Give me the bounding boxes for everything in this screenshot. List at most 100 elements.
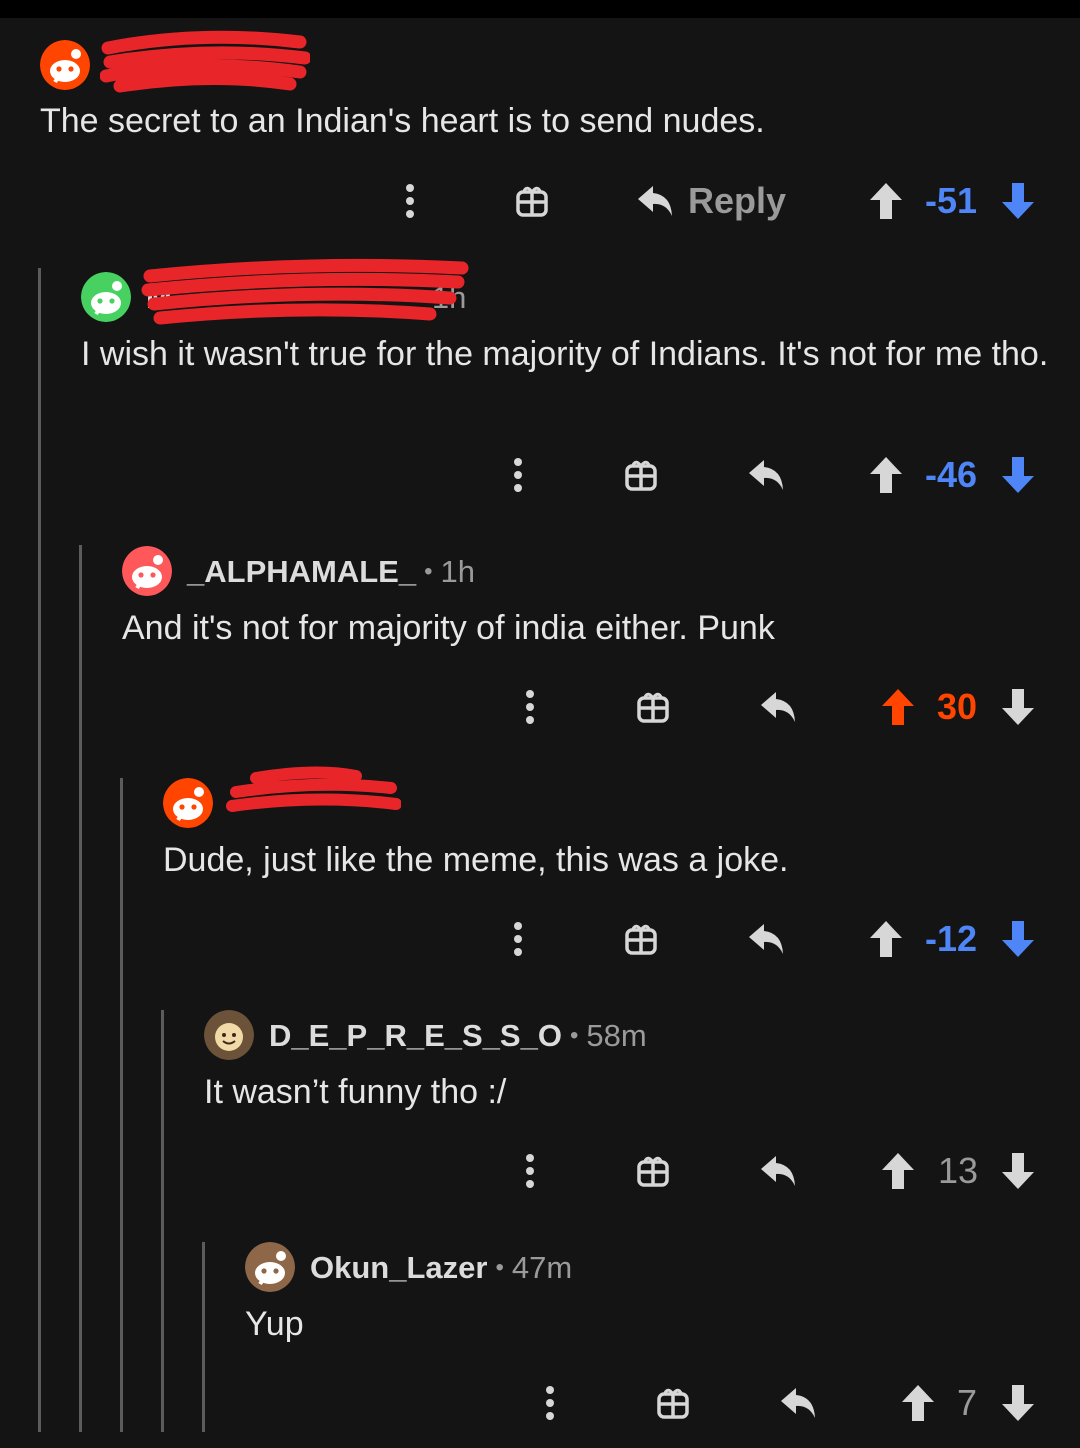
award-button[interactable] [619, 914, 663, 964]
downvote-arrow-icon [1002, 183, 1034, 219]
vote-score: 30 [937, 686, 978, 727]
comment-meta: D_E_P_R_E_S_S_O • 58m [269, 1016, 647, 1056]
more-options-button[interactable] [498, 914, 538, 964]
upvote-arrow-icon [882, 689, 914, 725]
award-button[interactable] [510, 176, 554, 226]
reply-arrow-icon [749, 460, 783, 490]
comment-body: Yup [245, 1305, 304, 1343]
downvote-arrow-icon [1002, 921, 1034, 957]
more-vertical-icon [514, 922, 522, 956]
upvote-arrow-icon [870, 457, 902, 493]
gift-icon [657, 1388, 689, 1419]
avatar[interactable] [122, 546, 172, 596]
downvote-arrow-icon [1002, 1385, 1034, 1421]
status-bar [0, 0, 1080, 18]
downvote-button[interactable] [996, 682, 1040, 732]
thread-line[interactable] [120, 778, 123, 1432]
award-button[interactable] [651, 1378, 695, 1428]
separator-dot: • [495, 1254, 504, 1281]
comment-body: Dude, just like the meme, this was a jok… [163, 841, 789, 879]
gift-icon [637, 692, 669, 723]
downvote-button[interactable] [996, 450, 1040, 500]
thread-line[interactable] [79, 545, 82, 1432]
reply-arrow-icon [749, 924, 783, 954]
gift-icon [625, 924, 657, 955]
upvote-button[interactable] [864, 450, 908, 500]
upvote-button[interactable] [876, 682, 920, 732]
gift-icon [516, 186, 548, 217]
downvote-arrow-icon [1002, 1153, 1034, 1189]
reply-button[interactable] [744, 914, 788, 964]
vote-score: -46 [925, 454, 978, 495]
more-vertical-icon [514, 458, 522, 492]
avatar[interactable] [163, 778, 213, 828]
award-button[interactable] [619, 450, 663, 500]
redaction-scribble [100, 30, 310, 93]
gift-icon [625, 460, 657, 491]
reply-arrow-icon [638, 186, 672, 216]
downvote-arrow-icon [1002, 689, 1034, 725]
gift-icon [637, 1156, 669, 1187]
upvote-button[interactable] [896, 1378, 940, 1428]
upvote-arrow-icon [870, 921, 902, 957]
upvote-button[interactable] [876, 1146, 920, 1196]
downvote-button[interactable] [996, 914, 1040, 964]
avatar[interactable] [204, 1010, 254, 1060]
award-button[interactable] [631, 682, 675, 732]
reply-button[interactable] [756, 682, 800, 732]
avatar[interactable] [81, 272, 131, 322]
comment-age: 58m [586, 1018, 647, 1053]
award-button[interactable] [631, 1146, 675, 1196]
more-options-button[interactable] [498, 450, 538, 500]
upvote-button[interactable] [864, 914, 908, 964]
vote-score: -51 [925, 180, 978, 221]
vote-score: -12 [925, 918, 978, 959]
username[interactable]: Okun_Lazer [310, 1250, 487, 1286]
thread-line[interactable] [202, 1242, 205, 1432]
more-vertical-icon [406, 184, 414, 218]
comment-body: It wasn’t funny tho :/ [204, 1073, 507, 1111]
username[interactable]: _ALPHAMALE_ [187, 554, 416, 590]
downvote-button[interactable] [996, 1378, 1040, 1428]
comment-age: 1h [440, 554, 475, 589]
comment-body: The secret to an Indian's heart is to se… [40, 102, 765, 140]
more-vertical-icon [526, 1154, 534, 1188]
vote-score: 7 [957, 1382, 978, 1423]
more-options-button[interactable] [510, 682, 550, 732]
reply-arrow-icon [781, 1388, 815, 1418]
comment-meta: _ALPHAMALE_ • 1h [187, 552, 475, 592]
reply-arrow-icon [761, 1156, 795, 1186]
more-options-button[interactable] [510, 1146, 550, 1196]
upvote-arrow-icon [882, 1153, 914, 1189]
upvote-arrow-icon [870, 183, 902, 219]
reply-arrow-icon [761, 692, 795, 722]
reply-button[interactable]: Reply [636, 176, 786, 226]
username[interactable]: D_E_P_R_E_S_S_O [269, 1018, 562, 1054]
upvote-button[interactable] [864, 176, 908, 226]
more-vertical-icon [526, 690, 534, 724]
redaction-scribble [226, 766, 401, 812]
separator-dot: • [424, 558, 433, 585]
avatar[interactable] [40, 40, 90, 90]
reply-label: Reply [688, 180, 787, 221]
comment-body: And it's not for majority of india eithe… [122, 609, 775, 647]
redaction-scribble [141, 258, 469, 325]
reply-button[interactable] [744, 450, 788, 500]
downvote-arrow-icon [1002, 457, 1034, 493]
thread-line[interactable] [161, 1010, 164, 1432]
separator-dot: • [569, 1022, 579, 1049]
more-vertical-icon [546, 1386, 554, 1420]
thread-line[interactable] [38, 268, 41, 1432]
reply-button[interactable] [776, 1378, 820, 1428]
upvote-arrow-icon [902, 1385, 934, 1421]
downvote-button[interactable] [996, 1146, 1040, 1196]
more-options-button[interactable] [390, 176, 430, 226]
comment-age: 47m [511, 1250, 573, 1285]
vote-score: 13 [938, 1150, 979, 1191]
comment-meta: Okun_Lazer • 47m [310, 1248, 572, 1288]
avatar[interactable] [245, 1242, 295, 1292]
comment-body: I wish it wasn't true for the majority o… [81, 335, 1049, 373]
more-options-button[interactable] [530, 1378, 570, 1428]
downvote-button[interactable] [996, 176, 1040, 226]
reply-button[interactable] [756, 1146, 800, 1196]
